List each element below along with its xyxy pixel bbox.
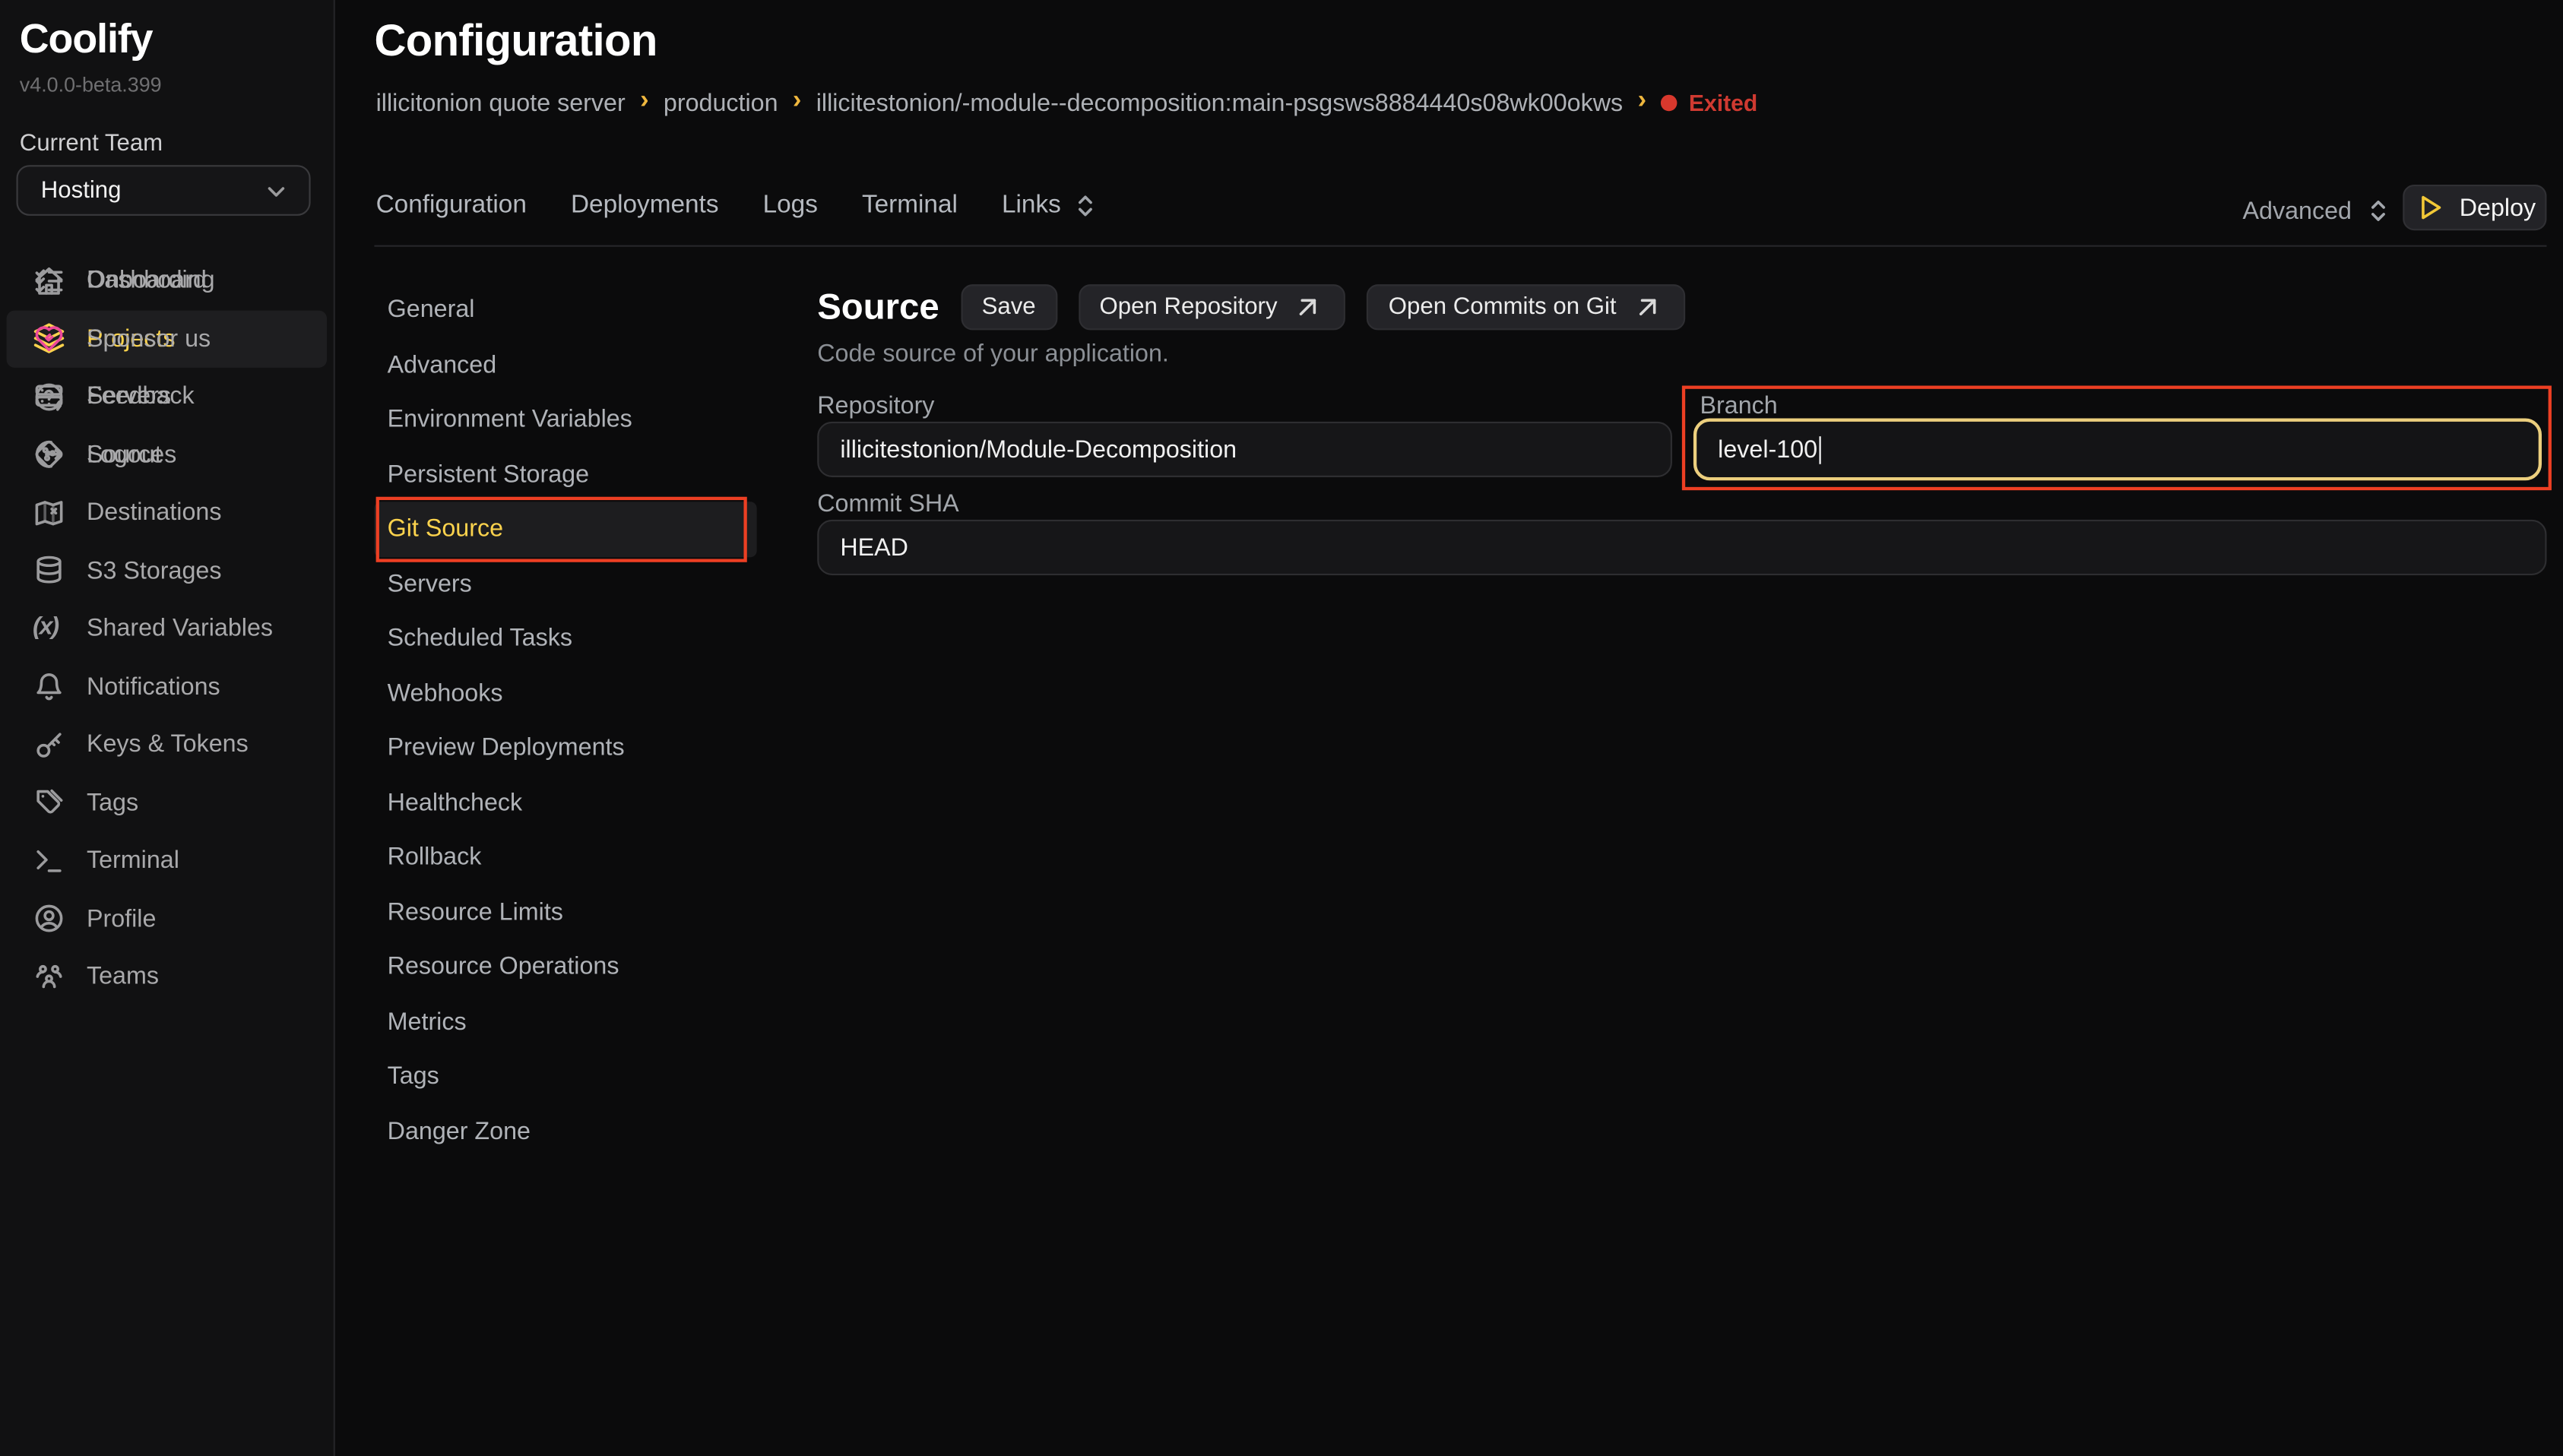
chevron-right-icon: › — [1638, 88, 1646, 118]
deploy-button[interactable]: Deploy — [2403, 185, 2546, 230]
breadcrumb-item-1[interactable]: production — [664, 89, 778, 117]
advanced-toggle[interactable]: Advanced — [2242, 195, 2394, 227]
subnav-item-general[interactable]: General — [374, 283, 766, 337]
tab-label: Logs — [763, 191, 818, 221]
current-team-label: Current Team — [20, 131, 163, 157]
text-caret — [1819, 435, 1821, 464]
external-link-icon — [1631, 291, 1664, 324]
coolify-app: Coolify v4.0.0-beta.399 Current Team Hos… — [0, 0, 2563, 1456]
subnav-item-metrics[interactable]: Metrics — [374, 995, 766, 1049]
chevrons-up-down-icon — [2362, 195, 2394, 227]
chevron-right-icon: › — [793, 88, 801, 118]
tab-label: Links — [1002, 191, 1061, 221]
chevrons-up-down-icon — [1069, 189, 1102, 222]
open-repository-button[interactable]: Open Repository — [1079, 284, 1346, 330]
subnav-item-servers[interactable]: Servers — [374, 556, 766, 611]
subnav-item-scheduled-tasks[interactable]: Scheduled Tasks — [374, 611, 766, 666]
open-commits-button[interactable]: Open Commits on Git — [1367, 284, 1685, 330]
sidebar-item-feedback[interactable]: Feedback — [0, 368, 334, 426]
chevron-right-icon: › — [640, 88, 648, 118]
breadcrumb-item-2[interactable]: illicitestonion/-module--decomposition:m… — [816, 89, 1623, 117]
sidebar-item-label: Logout — [87, 441, 162, 469]
commit-sha-input[interactable] — [840, 533, 2523, 562]
tab-divider — [374, 245, 2546, 247]
source-heading: Source — [817, 286, 939, 328]
subnav-item-environment-variables[interactable]: Environment Variables — [374, 392, 766, 447]
advanced-label: Advanced — [2242, 197, 2351, 225]
help-circle-icon — [33, 381, 65, 413]
open-repository-label: Open Repository — [1100, 294, 1278, 320]
open-commits-label: Open Commits on Git — [1389, 294, 1617, 320]
branch-input[interactable]: level-100 — [1693, 419, 2542, 481]
sidebar-item-onboarding[interactable]: Onboarding — [0, 252, 334, 309]
subnav-item-healthcheck[interactable]: Healthcheck — [374, 775, 766, 830]
subnav-item-advanced[interactable]: Advanced — [374, 337, 766, 392]
tab-logs[interactable]: Logs — [763, 191, 818, 221]
subnav-item-webhooks[interactable]: Webhooks — [374, 666, 766, 720]
breadcrumb-item-0[interactable]: illicitonion quote server — [376, 89, 626, 117]
checklist-icon — [33, 264, 65, 297]
status-badge: Exited — [1661, 90, 1757, 116]
tab-label: Deployments — [571, 191, 719, 221]
play-icon — [2414, 191, 2447, 224]
coolify-logo: Coolify — [20, 17, 153, 64]
chevron-down-icon — [260, 174, 293, 207]
breadcrumb: illicitonion quote server › production › ill… — [376, 88, 1758, 118]
status-dot-icon — [1661, 95, 1678, 112]
team-select-value: Hosting — [41, 177, 260, 203]
subnav-item-resource-limits[interactable]: Resource Limits — [374, 885, 766, 939]
tab-label: Terminal — [862, 191, 958, 221]
tab-deployments[interactable]: Deployments — [571, 191, 719, 221]
page-title: Configuration — [374, 17, 657, 68]
tab-label: Configuration — [376, 191, 527, 221]
team-select[interactable]: Hosting — [17, 165, 311, 216]
sidebar: Coolify v4.0.0-beta.399 Current Team Hos… — [0, 0, 335, 1456]
deploy-label: Deploy — [2460, 194, 2536, 222]
subnav-item-resource-operations[interactable]: Resource Operations — [374, 940, 766, 995]
repository-label: Repository — [817, 392, 934, 420]
subnav-item-danger-zone[interactable]: Danger Zone — [374, 1104, 766, 1159]
source-description: Code source of your application. — [817, 340, 1169, 368]
subnav-item-tags[interactable]: Tags — [374, 1049, 766, 1104]
repository-input[interactable] — [840, 435, 1649, 464]
external-link-icon — [1292, 291, 1325, 324]
subnav-item-persistent-storage[interactable]: Persistent Storage — [374, 447, 766, 502]
sidebar-item-label: Sponsor us — [87, 324, 211, 353]
tab-terminal[interactable]: Terminal — [862, 191, 958, 221]
settings-subnav: GeneralAdvancedEnvironment VariablesPers… — [374, 283, 766, 1159]
sidebar-item-label: Feedback — [87, 383, 195, 411]
sidebar-item-label: Onboarding — [87, 267, 215, 295]
sidebar-item-logout[interactable]: Logout — [0, 426, 334, 483]
save-button[interactable]: Save — [961, 284, 1057, 330]
tab-bar: Configuration Deployments Logs Terminal Link… — [376, 189, 1102, 222]
save-label: Save — [982, 294, 1036, 320]
branch-value: level-100 — [1718, 435, 1817, 464]
sidebar-footer-nav: Onboarding Sponsor us Feedback Logout — [0, 252, 334, 1446]
branch-label: Branch — [1700, 392, 1778, 420]
commit-sha-input-wrap — [817, 520, 2546, 575]
subnav-item-git-source[interactable]: Git Source — [374, 502, 756, 556]
heart-icon — [33, 322, 65, 355]
version-label: v4.0.0-beta.399 — [20, 74, 162, 97]
logout-icon — [33, 438, 65, 471]
tab-configuration[interactable]: Configuration — [376, 191, 527, 221]
commit-sha-label: Commit SHA — [817, 490, 958, 518]
status-text: Exited — [1689, 90, 1757, 116]
sidebar-item-sponsor-us[interactable]: Sponsor us — [0, 310, 334, 368]
repository-input-wrap — [817, 422, 1672, 477]
tab-links[interactable]: Links — [1002, 189, 1102, 222]
source-header: Source Save Open Repository Open Commits… — [817, 284, 1685, 330]
subnav-item-rollback[interactable]: Rollback — [374, 830, 766, 885]
subnav-item-preview-deployments[interactable]: Preview Deployments — [374, 720, 766, 775]
